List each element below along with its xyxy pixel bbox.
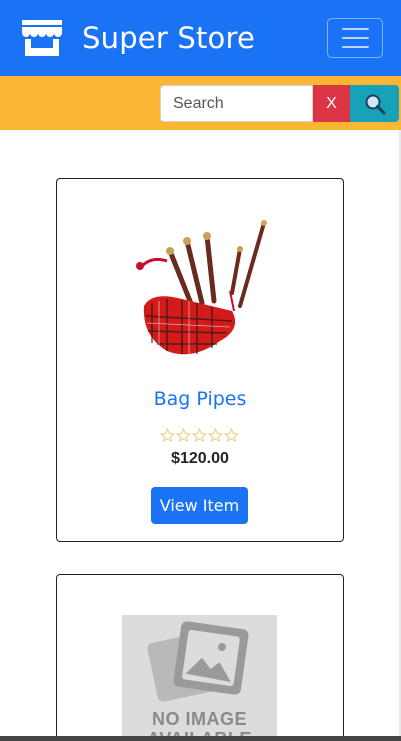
product-title-link[interactable]: Bag Pipes: [56, 388, 344, 410]
magnifier-icon: [365, 94, 385, 114]
rating-stars: [160, 428, 239, 444]
search-button[interactable]: [350, 85, 399, 122]
star-outline-icon: [176, 428, 191, 443]
star-outline-icon: [192, 428, 207, 443]
bagpipes-image: [136, 220, 267, 355]
clear-search-button[interactable]: X: [313, 85, 350, 122]
bottom-edge: [0, 736, 401, 741]
view-item-button[interactable]: View Item: [151, 487, 248, 524]
navbar: Super Store: [0, 0, 401, 76]
brand-name: Super Store: [82, 21, 256, 55]
store-icon: [22, 20, 62, 56]
menu-toggle-button[interactable]: [327, 18, 383, 58]
no-image-placeholder: NO IMAGE AVAILABLE: [122, 615, 277, 741]
picture-icon: [147, 621, 249, 702]
star-outline-icon: [224, 428, 239, 443]
search-input[interactable]: [160, 85, 313, 122]
brand-link[interactable]: Super Store: [22, 18, 255, 58]
star-outline-icon: [160, 428, 175, 443]
star-outline-icon: [208, 428, 223, 443]
product-price: $120.00: [171, 450, 229, 467]
hamburger-icon: [341, 28, 369, 30]
